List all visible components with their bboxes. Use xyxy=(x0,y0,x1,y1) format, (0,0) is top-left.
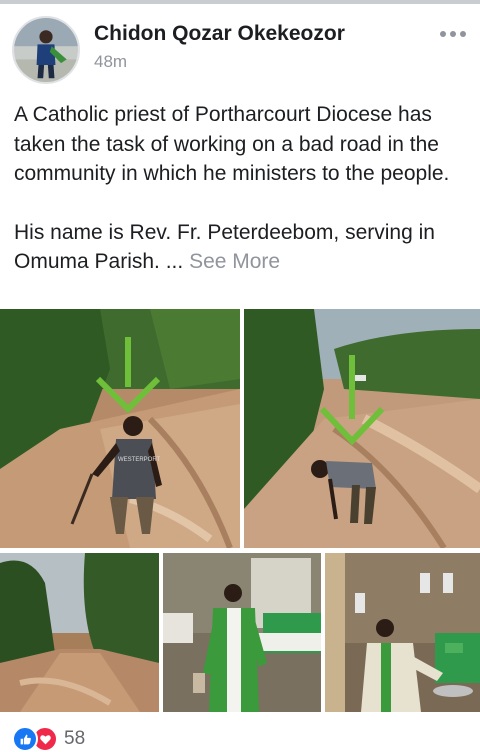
photo-priest-standing-road[interactable]: WESTERPORT xyxy=(0,309,240,548)
see-more-link[interactable]: See More xyxy=(189,250,280,273)
photo-image: WESTERPORT xyxy=(0,309,240,548)
post-timestamp[interactable]: 48m xyxy=(94,52,127,72)
more-options-icon[interactable] xyxy=(436,24,470,44)
photo-image xyxy=(163,553,321,712)
photo-priest-altar-green-vestment[interactable] xyxy=(163,553,321,712)
photo-muddy-road[interactable] xyxy=(0,553,159,712)
reaction-count: 58 xyxy=(64,728,86,749)
photo-image xyxy=(325,553,480,712)
photo-priest-church-interior[interactable] xyxy=(325,553,480,712)
reactions-summary[interactable]: 58 xyxy=(12,726,85,752)
author-avatar[interactable] xyxy=(12,16,80,84)
photo-priest-bending-road[interactable] xyxy=(244,309,480,548)
top-divider xyxy=(0,0,480,4)
post-paragraph-2: His name is Rev. Fr. Peterdeebom, servin… xyxy=(14,218,470,277)
post-text: A Catholic priest of Portharcourt Dioces… xyxy=(14,100,470,277)
photo-image xyxy=(0,553,159,712)
dot xyxy=(440,31,446,37)
heart-glyph xyxy=(39,734,51,744)
thumbs-up-glyph xyxy=(20,734,31,744)
author-name[interactable]: Chidon Qozar Okekeozor xyxy=(94,22,345,46)
like-icon xyxy=(12,726,38,752)
dot xyxy=(450,31,456,37)
dot xyxy=(460,31,466,37)
post-paragraph-1: A Catholic priest of Portharcourt Dioces… xyxy=(14,103,450,185)
avatar-image xyxy=(14,18,78,82)
photo-image xyxy=(244,309,480,548)
shirt-text: WESTERPORT xyxy=(118,457,161,463)
